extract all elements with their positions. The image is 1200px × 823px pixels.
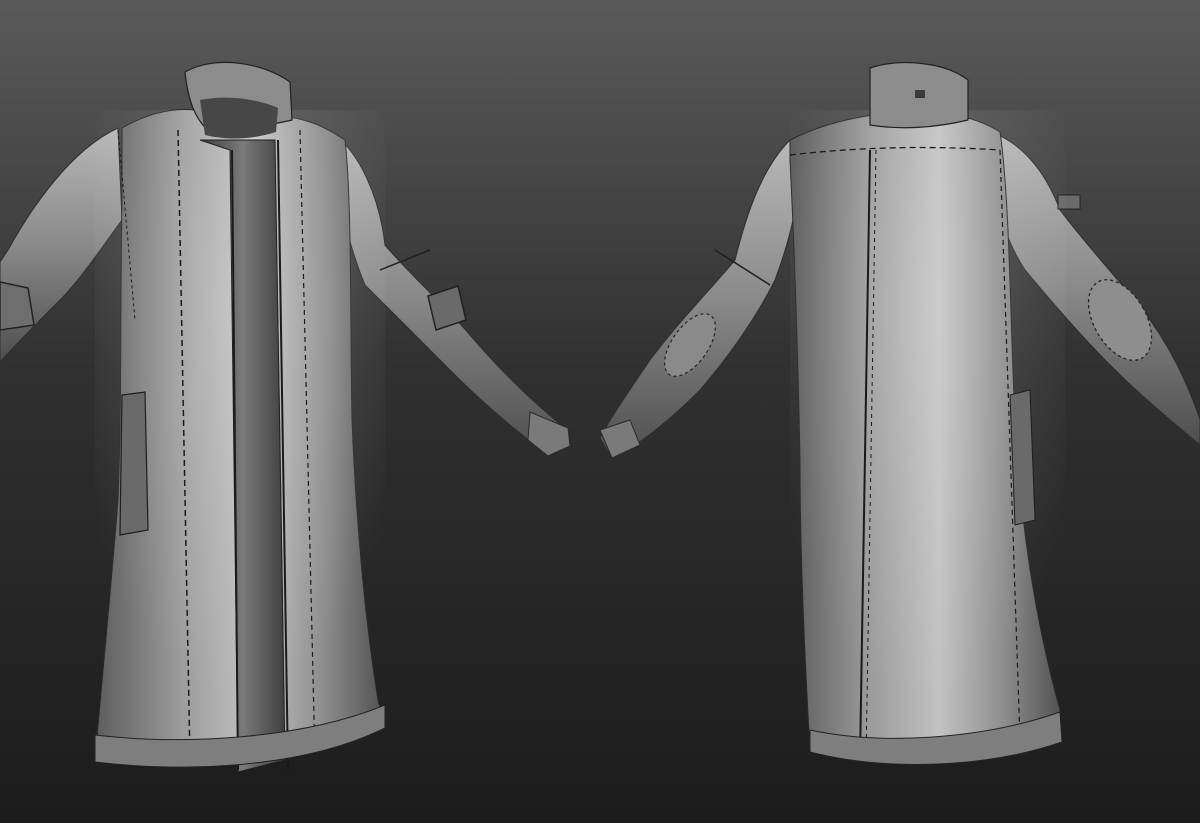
sculpt-viewport[interactable] xyxy=(0,0,1200,823)
back-collar-button xyxy=(915,90,925,98)
back-pocket xyxy=(1009,389,1036,526)
coat-render xyxy=(0,0,1200,823)
front-pocket xyxy=(119,391,149,536)
front-collar-inner xyxy=(200,97,278,139)
front-left-cuff xyxy=(0,281,35,331)
